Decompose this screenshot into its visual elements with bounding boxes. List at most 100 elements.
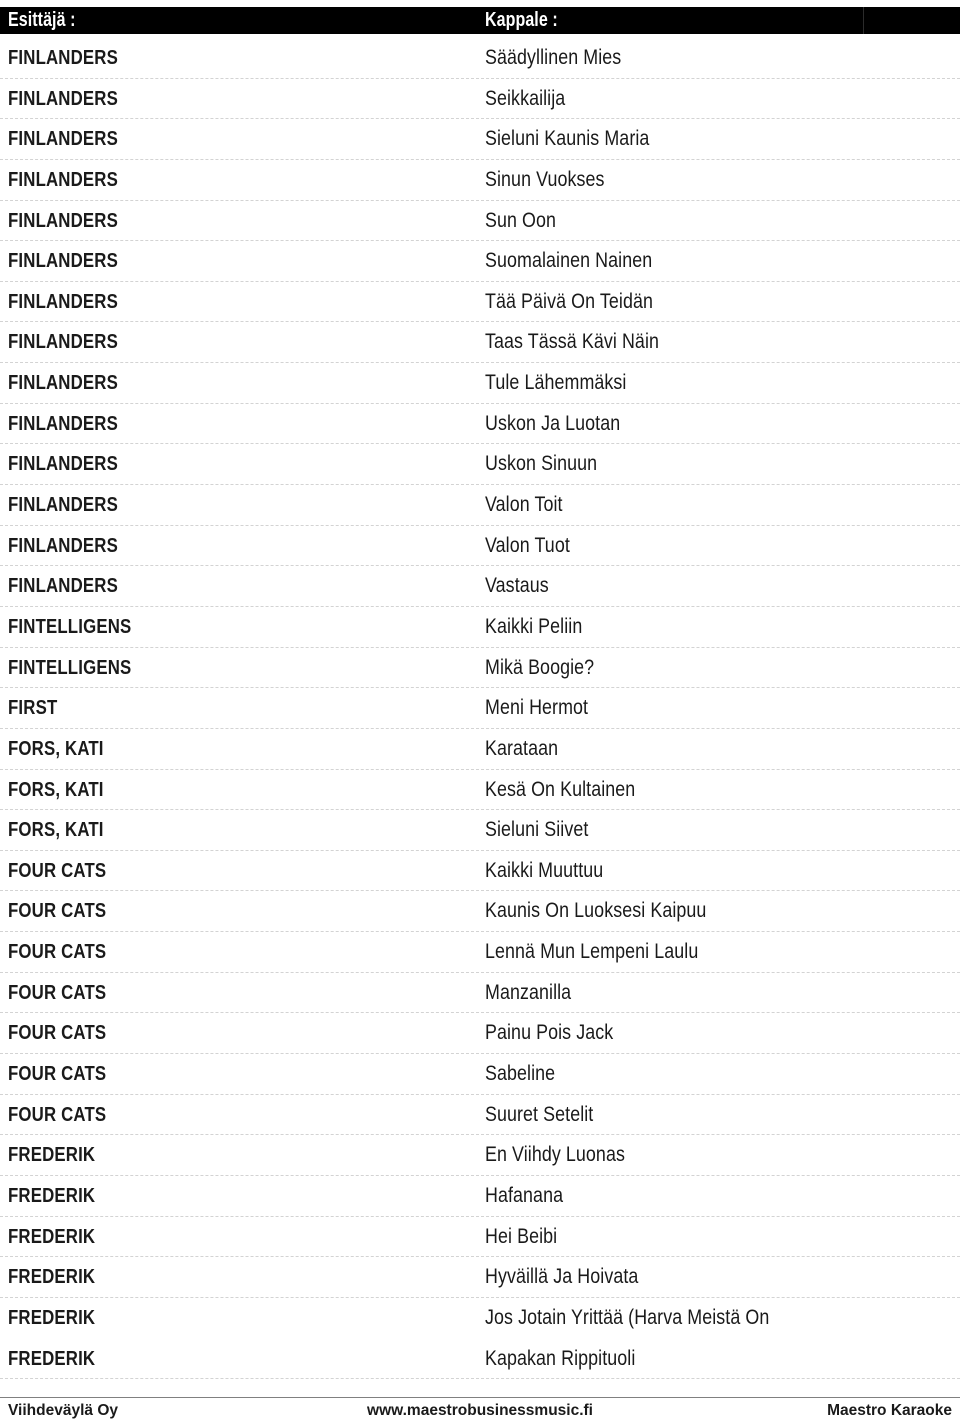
cell-artist: FINLANDERS (8, 127, 118, 151)
table-row[interactable]: FREDERIK Hyväillä Ja Hoivata (0, 1257, 960, 1298)
cell-song: Seikkailija (485, 86, 566, 110)
column-header-song: Kappale : (485, 9, 558, 31)
table-row[interactable]: FORS, KATI Sieluni Siivet (0, 810, 960, 851)
cell-artist: FOUR CATS (8, 899, 107, 923)
cell-artist: FREDERIK (8, 1224, 96, 1248)
cell-artist: FINTELLIGENS (8, 655, 132, 679)
table-row[interactable]: FREDERIK Hafanana (0, 1176, 960, 1217)
cell-song: Sabeline (485, 1062, 556, 1086)
cell-artist: FIRST (8, 696, 58, 720)
cell-song: Säädyllinen Mies (485, 46, 622, 69)
table-row[interactable]: FOUR CATS Painu Pois Jack (0, 1013, 960, 1055)
cell-artist: FINTELLIGENS (8, 614, 132, 638)
table-row[interactable]: FINLANDERS Sieluni Kaunis Maria (0, 119, 960, 160)
cell-song: Tule Lähemmäksi (485, 371, 627, 395)
cell-artist: FREDERIK (8, 1143, 96, 1167)
cell-song: Lennä Mun Lempeni Laulu (485, 940, 699, 964)
cell-song: Taas Tässä Kävi Näin (485, 330, 660, 354)
table-row[interactable]: FOUR CATS Lennä Mun Lempeni Laulu (0, 932, 960, 973)
cell-artist: FREDERIK (8, 1305, 96, 1329)
table-row[interactable]: FORS, KATI Kesä On Kultainen (0, 770, 960, 811)
cell-artist: FINLANDERS (8, 452, 118, 476)
table-row[interactable]: FINLANDERS Uskon Sinuun (0, 444, 960, 486)
cell-song: Suuret Setelit (485, 1102, 594, 1126)
cell-artist: FINLANDERS (8, 289, 118, 313)
cell-artist: FREDERIK (8, 1183, 96, 1207)
table-row[interactable]: FINTELLIGENS Kaikki Peliin (0, 607, 960, 648)
song-table: FINLANDERS Säädyllinen Mies FINLANDERS Seik… (0, 38, 960, 1380)
cell-song: Kaikki Peliin (485, 614, 583, 638)
table-row[interactable]: FINTELLIGENS Mikä Boogie? (0, 648, 960, 689)
table-row[interactable]: FREDERIK Jos Jotain Yrittää (Harva Meistä… (0, 1298, 960, 1339)
cell-song: Uskon Ja Luotan (485, 411, 621, 435)
cell-song: Sinun Vuokses (485, 167, 605, 191)
cell-song: Jos Jotain Yrittää (Harva Meistä On (485, 1305, 770, 1329)
cell-artist: FOUR CATS (8, 1021, 107, 1045)
cell-song: Karataan (485, 736, 559, 760)
table-row[interactable]: FINLANDERS Valon Tuot (0, 526, 960, 567)
cell-song: Kesä On Kultainen (485, 777, 636, 801)
table-row[interactable]: FOUR CATS Kaikki Muuttuu (0, 851, 960, 892)
cell-song: Uskon Sinuun (485, 452, 598, 476)
table-row[interactable]: FINLANDERS Sinun Vuokses (0, 160, 960, 201)
song-list-page: Esittäjä : Kappale : FINLANDERS Säädyllin… (0, 0, 960, 1423)
cell-song: Manzanilla (485, 980, 572, 1004)
table-row[interactable]: FINLANDERS Säädyllinen Mies (0, 38, 960, 79)
cell-artist: FOUR CATS (8, 980, 107, 1004)
table-row[interactable]: FIRST Meni Hermot (0, 688, 960, 729)
cell-artist: FINLANDERS (8, 46, 118, 69)
cell-artist: FINLANDERS (8, 249, 118, 273)
cell-artist: FORS, KATI (8, 777, 104, 801)
cell-song: Kapakan Rippituoli (485, 1346, 636, 1370)
cell-song: Sieluni Siivet (485, 818, 589, 842)
cell-artist: FINLANDERS (8, 574, 118, 598)
table-row[interactable]: FINLANDERS Taas Tässä Kävi Näin (0, 322, 960, 364)
cell-song: Meni Hermot (485, 696, 589, 720)
cell-artist: FINLANDERS (8, 371, 118, 395)
table-row[interactable]: FINLANDERS Uskon Ja Luotan (0, 404, 960, 445)
table-row[interactable]: FINLANDERS Valon Toit (0, 485, 960, 526)
table-row[interactable]: FINLANDERS Sun Oon (0, 201, 960, 242)
table-row[interactable]: FINLANDERS Suomalainen Nainen (0, 241, 960, 282)
table-row[interactable]: FREDERIK Hei Beibi (0, 1217, 960, 1258)
cell-artist: FINLANDERS (8, 208, 118, 232)
cell-artist: FOUR CATS (8, 1062, 107, 1086)
footer-brand: Maestro Karaoke (827, 1402, 952, 1419)
cell-song: Sun Oon (485, 208, 557, 232)
cell-song: Kaikki Muuttuu (485, 858, 604, 882)
header-column-divider (863, 7, 864, 34)
table-row[interactable]: FINLANDERS Seikkailija (0, 79, 960, 120)
footer-website[interactable]: www.maestrobusinessmusic.fi (367, 1398, 593, 1423)
cell-song: Painu Pois Jack (485, 1021, 614, 1045)
cell-artist: FINLANDERS (8, 167, 118, 191)
table-row[interactable]: FORS, KATI Karataan (0, 729, 960, 770)
cell-song: Hyväillä Ja Hoivata (485, 1265, 639, 1289)
cell-artist: FREDERIK (8, 1346, 96, 1370)
cell-artist: FINLANDERS (8, 86, 118, 110)
table-row[interactable]: FINLANDERS Tule Lähemmäksi (0, 363, 960, 404)
column-header-artist: Esittäjä : (8, 9, 76, 31)
cell-song: Valon Toit (485, 493, 563, 517)
table-row[interactable]: FINLANDERS Tää Päivä On Teidän (0, 282, 960, 323)
table-row[interactable]: FREDERIK En Viihdy Luonas (0, 1135, 960, 1176)
table-header-bar: Esittäjä : Kappale : (0, 7, 960, 34)
table-row[interactable]: FOUR CATS Kaunis On Luoksesi Kaipuu (0, 891, 960, 933)
cell-artist: FINLANDERS (8, 411, 118, 435)
cell-song: Sieluni Kaunis Maria (485, 127, 650, 151)
table-row[interactable]: FINLANDERS Vastaus (0, 566, 960, 607)
table-row[interactable]: FOUR CATS Sabeline (0, 1054, 960, 1095)
cell-artist: FORS, KATI (8, 736, 104, 760)
cell-song: Kaunis On Luoksesi Kaipuu (485, 899, 707, 923)
cell-song: Valon Tuot (485, 533, 570, 557)
page-footer: Viihdeväylä Oy www.maestrobusinessmusic.… (0, 1398, 960, 1423)
cell-artist: FINLANDERS (8, 533, 118, 557)
cell-song: Hei Beibi (485, 1224, 558, 1248)
table-row[interactable]: FREDERIK Kapakan Rippituoli (0, 1339, 960, 1380)
table-row[interactable]: FOUR CATS Manzanilla (0, 973, 960, 1014)
cell-artist: FORS, KATI (8, 818, 104, 842)
cell-song: Hafanana (485, 1183, 564, 1207)
cell-song: En Viihdy Luonas (485, 1143, 625, 1167)
cell-song: Tää Päivä On Teidän (485, 289, 653, 313)
cell-artist: FREDERIK (8, 1265, 96, 1289)
table-row[interactable]: FOUR CATS Suuret Setelit (0, 1095, 960, 1136)
